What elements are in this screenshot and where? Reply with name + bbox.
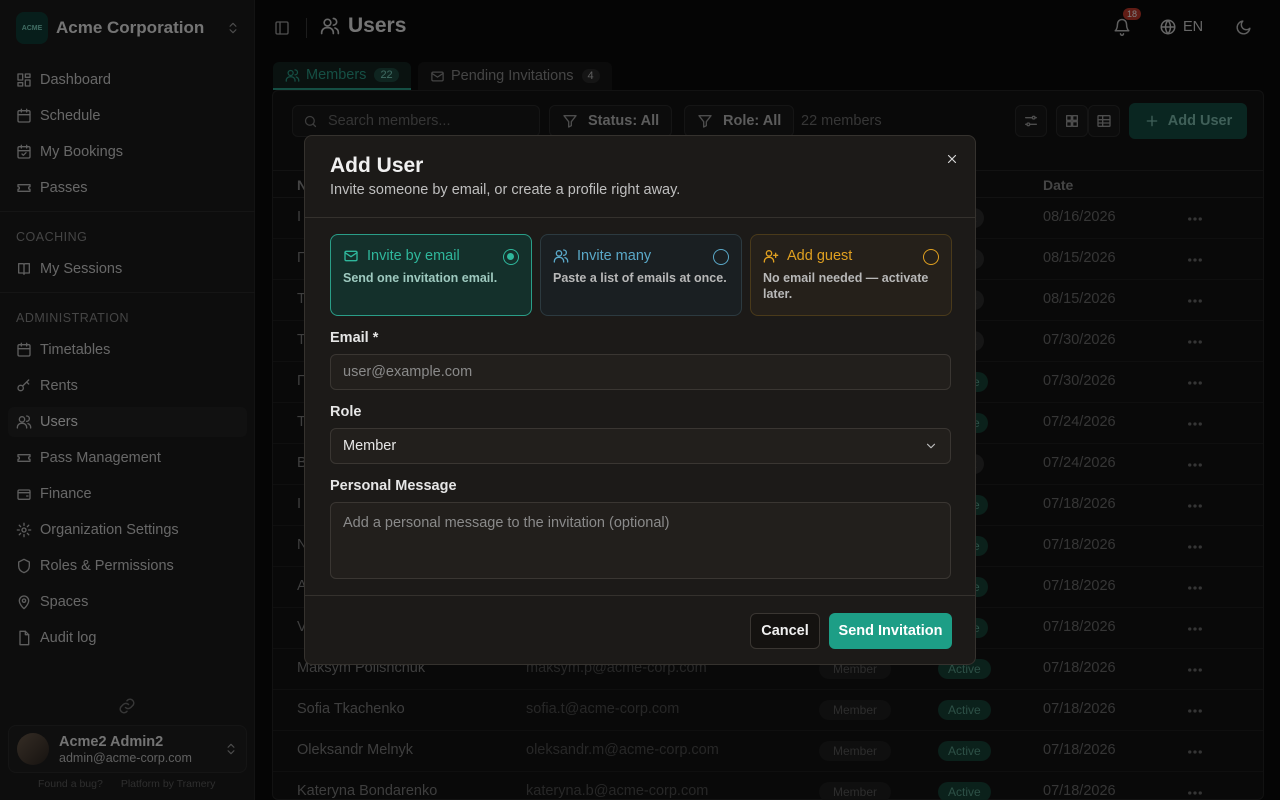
option-label: Add guest bbox=[787, 248, 853, 264]
close-icon[interactable] bbox=[945, 152, 959, 166]
users-icon bbox=[553, 248, 569, 264]
option-add-guest[interactable]: Add guest No email needed — activate lat… bbox=[750, 234, 952, 316]
dialog-title: Add User bbox=[330, 154, 424, 177]
personal-message-textarea[interactable]: Add a personal message to the invitation… bbox=[330, 502, 951, 579]
dialog-divider bbox=[305, 595, 975, 596]
email-field[interactable]: user@example.com bbox=[330, 354, 951, 390]
option-description: No email needed — activate later. bbox=[763, 271, 929, 301]
cancel-button[interactable]: Cancel bbox=[750, 613, 820, 649]
message-placeholder: Add a personal message to the invitation… bbox=[343, 515, 670, 531]
radio-invite-by-email[interactable] bbox=[503, 249, 519, 265]
add-user-dialog: Add User Invite someone by email, or cre… bbox=[304, 135, 976, 665]
option-description: Send one invitation email. bbox=[343, 271, 498, 285]
user-plus-icon bbox=[763, 248, 779, 264]
option-description: Paste a list of emails at once. bbox=[553, 271, 727, 285]
option-invite-many[interactable]: Invite many Paste a list of emails at on… bbox=[540, 234, 742, 316]
send-invitation-button[interactable]: Send Invitation bbox=[829, 613, 952, 649]
radio-add-guest[interactable] bbox=[923, 249, 939, 265]
option-label: Invite by email bbox=[367, 248, 460, 264]
option-label: Invite many bbox=[577, 248, 652, 264]
email-label: Email * bbox=[330, 330, 379, 346]
chevron-down-icon bbox=[924, 439, 938, 453]
radio-invite-many[interactable] bbox=[713, 249, 729, 265]
personal-message-label: Personal Message bbox=[330, 478, 457, 494]
email-placeholder: user@example.com bbox=[343, 364, 473, 380]
option-invite-by-email[interactable]: Invite by email Send one invitation emai… bbox=[330, 234, 532, 316]
role-select[interactable]: Member bbox=[330, 428, 951, 464]
role-select-value: Member bbox=[343, 438, 397, 454]
dialog-divider bbox=[305, 217, 975, 218]
dialog-subtitle: Invite someone by email, or create a pro… bbox=[330, 182, 681, 198]
role-label: Role bbox=[330, 404, 362, 420]
mail-icon bbox=[343, 248, 359, 264]
